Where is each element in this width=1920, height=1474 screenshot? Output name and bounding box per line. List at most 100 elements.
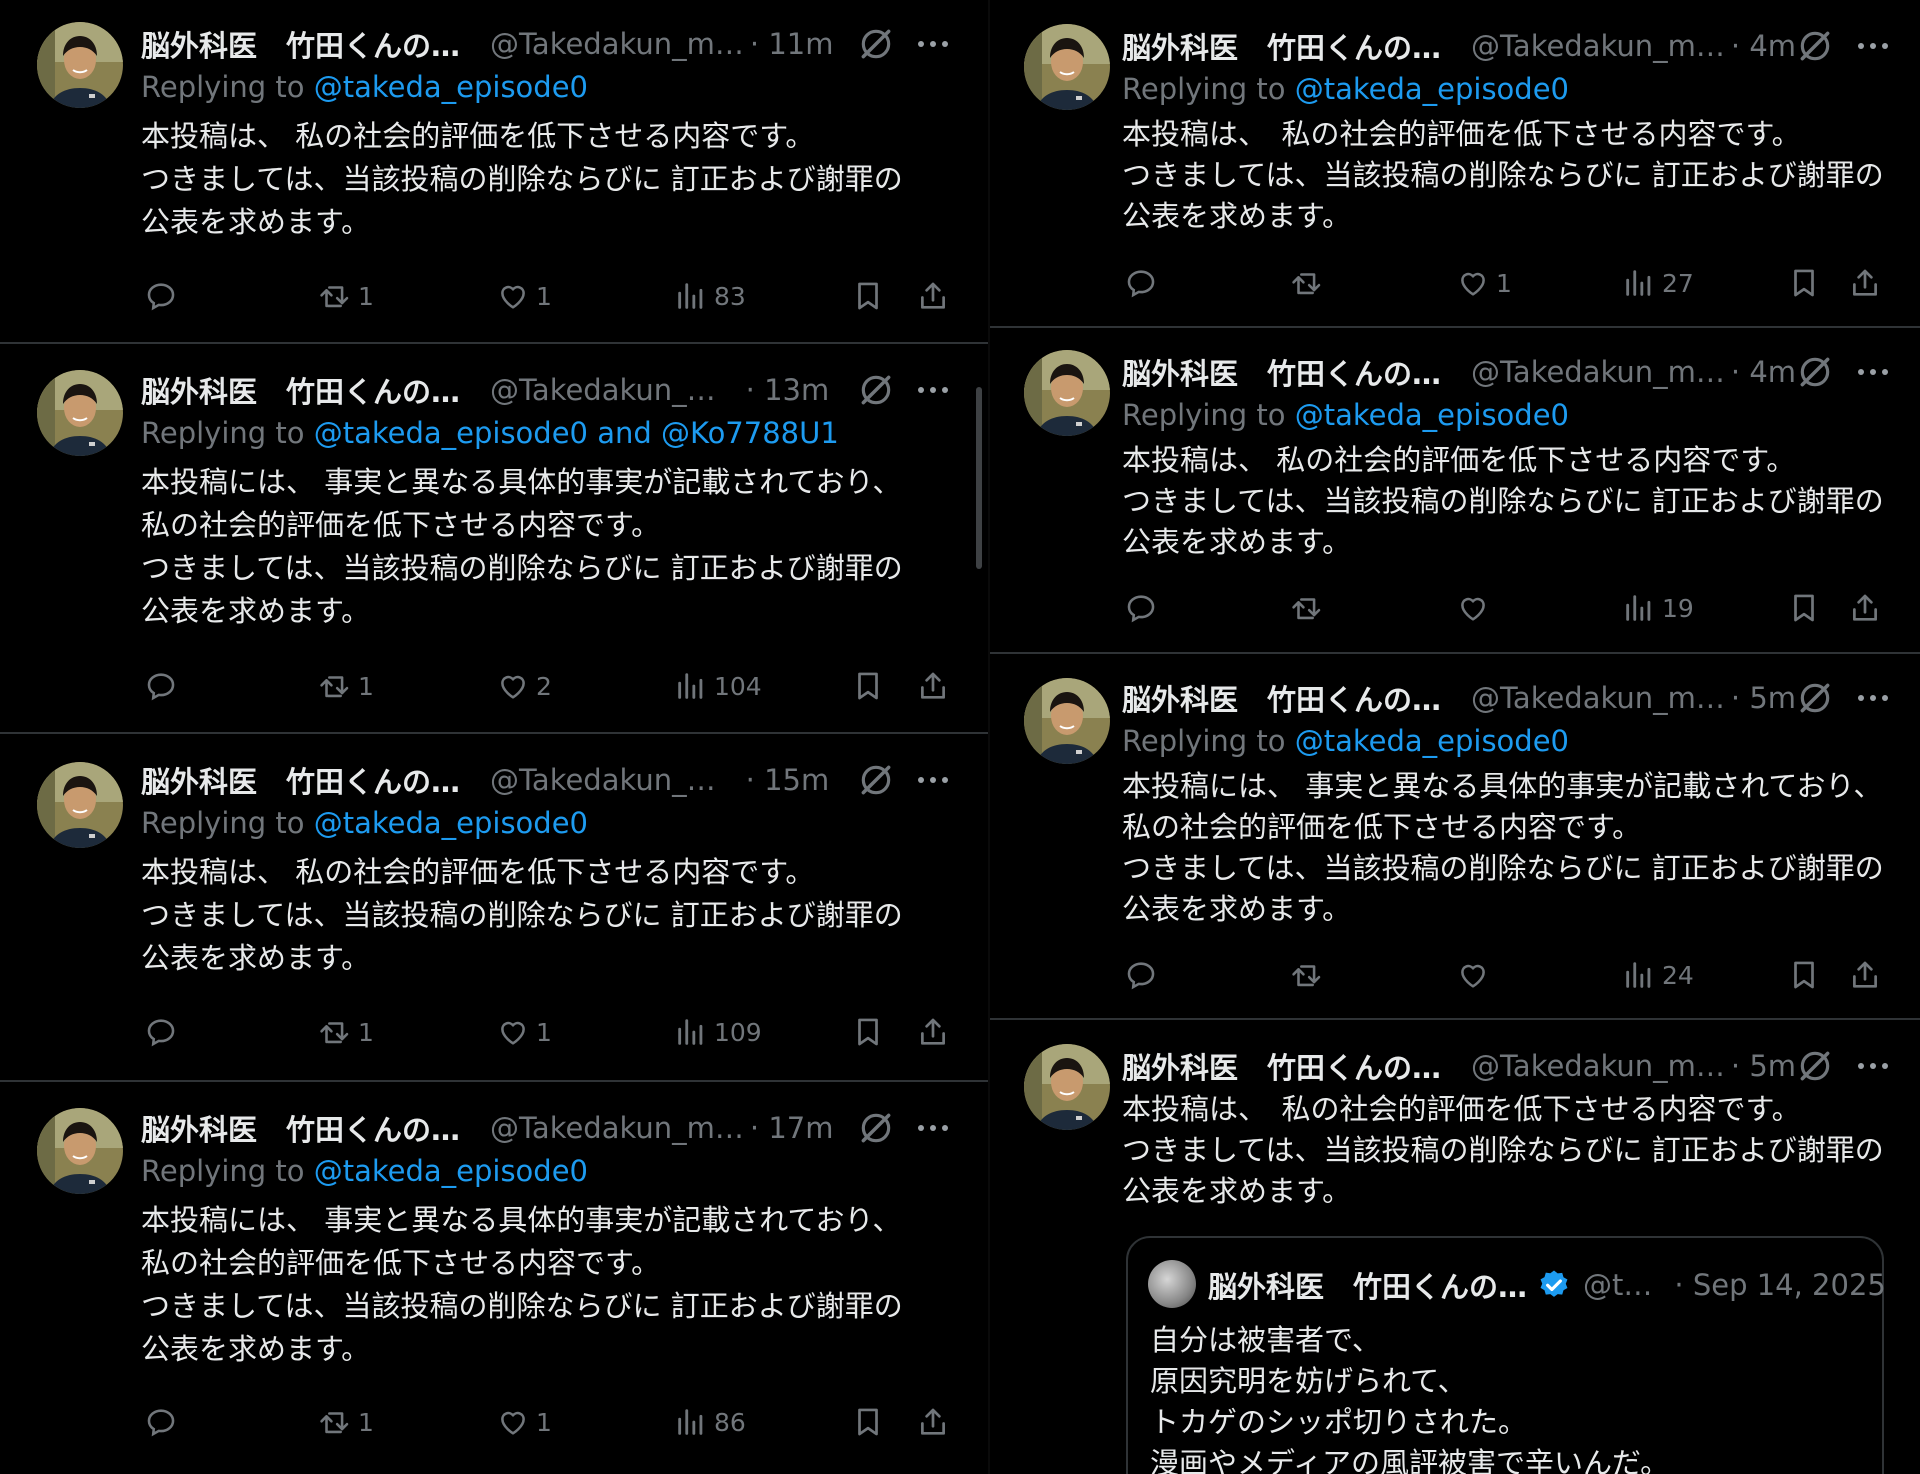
bookmark-button[interactable] (1787, 955, 1821, 995)
like-button[interactable]: 1 (496, 1012, 552, 1052)
share-button[interactable] (916, 1402, 950, 1442)
tweet[interactable]: 脳外科医 竹田くんの… @Takedakun_… · 13m Replying … (0, 342, 988, 734)
reply-target-link[interactable]: @takeda_episode0 (314, 1154, 588, 1188)
share-button[interactable] (916, 1012, 950, 1052)
avatar[interactable] (37, 22, 123, 108)
reply-target-link[interactable]: @takeda_episode0 (1295, 72, 1569, 106)
handle[interactable]: @Takedakun_… (490, 763, 716, 797)
reply-button[interactable] (1124, 263, 1158, 303)
views-button[interactable]: 19 (1622, 588, 1694, 628)
more-dots-icon[interactable] (913, 380, 953, 400)
display-name[interactable]: 脳外科医 竹田くんの… (141, 759, 460, 801)
grok-icon[interactable] (1796, 1047, 1834, 1085)
retweet-button[interactable] (1290, 955, 1324, 995)
like-button[interactable]: 1 (496, 276, 552, 316)
views-button[interactable]: 83 (674, 276, 746, 316)
display-name[interactable]: 脳外科医 竹田くんの… (141, 23, 460, 65)
like-button[interactable]: 1 (496, 1402, 552, 1442)
grok-icon[interactable] (1796, 679, 1834, 717)
retweet-button[interactable]: 1 (318, 1012, 374, 1052)
retweet-button[interactable]: 1 (318, 276, 374, 316)
reply-button[interactable] (1124, 588, 1158, 628)
bookmark-button[interactable] (1787, 588, 1821, 628)
like-button[interactable] (1456, 588, 1490, 628)
handle[interactable]: @Takedakun_m… (1471, 1049, 1725, 1083)
scrollbar[interactable] (976, 387, 982, 569)
timestamp[interactable]: · 15m (746, 763, 830, 797)
timestamp[interactable]: · 5m (1731, 1049, 1796, 1083)
reply-target-link[interactable]: @takeda_episode0 (314, 806, 588, 840)
reply-button[interactable] (144, 276, 178, 316)
tweet[interactable]: 脳外科医 竹田くんの… @Takedakun_m… · 11m Replying… (0, 0, 988, 344)
share-button[interactable] (1848, 263, 1882, 303)
retweet-button[interactable]: 1 (318, 1402, 374, 1442)
more-dots-icon[interactable] (1853, 36, 1893, 56)
handle[interactable]: @Takedakun_m… (490, 27, 744, 61)
more-dots-icon[interactable] (1853, 1056, 1893, 1076)
retweet-button[interactable] (1290, 588, 1324, 628)
grok-icon[interactable] (1796, 353, 1834, 391)
share-button[interactable] (1848, 588, 1882, 628)
avatar[interactable] (1024, 678, 1110, 764)
grok-icon[interactable] (1796, 27, 1834, 65)
avatar[interactable] (1024, 24, 1110, 110)
share-button[interactable] (916, 666, 950, 706)
bookmark-button[interactable] (851, 1012, 885, 1052)
grok-icon[interactable] (857, 371, 895, 409)
reply-button[interactable] (144, 1402, 178, 1442)
bookmark-button[interactable] (851, 276, 885, 316)
more-dots-icon[interactable] (913, 1118, 953, 1138)
views-button[interactable]: 27 (1622, 263, 1694, 303)
timestamp[interactable]: · 4m (1731, 355, 1796, 389)
timestamp[interactable]: · 4m (1731, 29, 1796, 63)
more-dots-icon[interactable] (913, 34, 953, 54)
views-button[interactable]: 104 (674, 666, 762, 706)
avatar[interactable] (1024, 1044, 1110, 1130)
quoted-tweet[interactable]: 脳外科医 竹田くんの… @t… · Sep 14, 2025 自分は被害者で、 … (1126, 1236, 1886, 1474)
display-name[interactable]: 脳外科医 竹田くんの… (1122, 25, 1441, 67)
display-name[interactable]: 脳外科医 竹田くんの… (1122, 1045, 1441, 1087)
avatar[interactable] (1024, 350, 1110, 436)
reply-button[interactable] (1124, 955, 1158, 995)
tweet[interactable]: 脳外科医 竹田くんの… @Takedakun_m… · 17m Replying… (0, 1080, 988, 1474)
retweet-button[interactable] (1290, 263, 1324, 303)
avatar[interactable] (37, 370, 123, 456)
grok-icon[interactable] (857, 1109, 895, 1147)
like-button[interactable]: 1 (1456, 263, 1512, 303)
handle[interactable]: @Takedakun_m… (490, 1111, 744, 1145)
handle[interactable]: @Takedakun_… (490, 373, 716, 407)
display-name[interactable]: 脳外科医 竹田くんの… (1122, 677, 1441, 719)
avatar[interactable] (37, 762, 123, 848)
timestamp[interactable]: · 17m (750, 1111, 834, 1145)
handle[interactable]: @Takedakun_m… (1471, 355, 1725, 389)
reply-target-link[interactable]: @takeda_episode0 (1295, 724, 1569, 758)
timestamp[interactable]: · 11m (750, 27, 834, 61)
reply-target-link[interactable]: @takeda_episode0 and @Ko7788U1 (314, 416, 839, 450)
quoted-avatar[interactable] (1148, 1260, 1196, 1308)
timestamp[interactable]: · 13m (746, 373, 830, 407)
tweet[interactable]: 脳外科医 竹田くんの… @Takedakun_m… · 4m Replying … (990, 326, 1920, 654)
like-button[interactable]: 2 (496, 666, 552, 706)
grok-icon[interactable] (857, 761, 895, 799)
display-name[interactable]: 脳外科医 竹田くんの… (1122, 351, 1441, 393)
bookmark-button[interactable] (851, 1402, 885, 1442)
handle[interactable]: @Takedakun_m… (1471, 681, 1725, 715)
retweet-button[interactable]: 1 (318, 666, 374, 706)
views-button[interactable]: 109 (674, 1012, 762, 1052)
reply-button[interactable] (144, 1012, 178, 1052)
timestamp[interactable]: · 5m (1731, 681, 1796, 715)
reply-button[interactable] (144, 666, 178, 706)
handle[interactable]: @Takedakun_m… (1471, 29, 1725, 63)
tweet[interactable]: 脳外科医 竹田くんの… @Takedakun_m… · 4m Replying … (990, 0, 1920, 328)
display-name[interactable]: 脳外科医 竹田くんの… (141, 369, 460, 411)
bookmark-button[interactable] (1787, 263, 1821, 303)
views-button[interactable]: 24 (1622, 955, 1694, 995)
tweet[interactable]: 脳外科医 竹田くんの… @Takedakun_m… · 5m Replying … (990, 652, 1920, 1020)
grok-icon[interactable] (857, 25, 895, 63)
tweet[interactable]: 脳外科医 竹田くんの… @Takedakun_m… · 5m 本投稿は、 私の社… (990, 1018, 1920, 1474)
tweet[interactable]: 脳外科医 竹田くんの… @Takedakun_… · 15m Replying … (0, 732, 988, 1082)
share-button[interactable] (1848, 955, 1882, 995)
display-name[interactable]: 脳外科医 竹田くんの… (141, 1107, 460, 1149)
reply-target-link[interactable]: @takeda_episode0 (314, 70, 588, 104)
views-button[interactable]: 86 (674, 1402, 746, 1442)
